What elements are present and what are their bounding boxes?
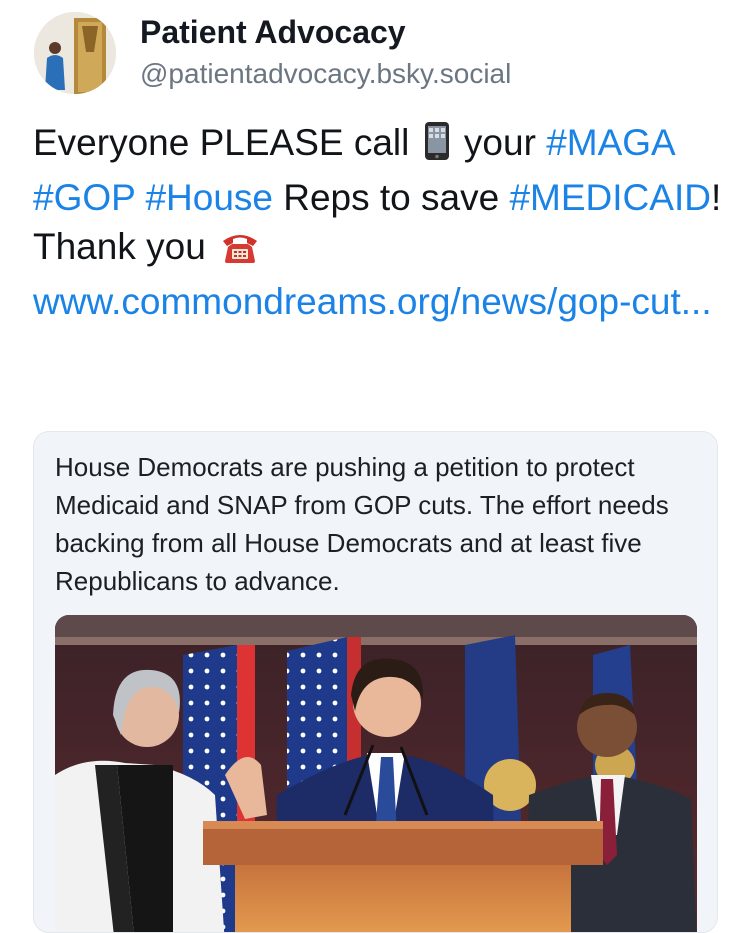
post-text-segment: Reps to save xyxy=(272,177,510,218)
link-preview-image[interactable] xyxy=(55,615,697,932)
link-preview-description: House Democrats are pushing a petition t… xyxy=(55,452,669,596)
author-handle[interactable]: @patientadvocacy.bsky.social xyxy=(140,58,511,90)
hashtag-gop-link[interactable]: #GOP xyxy=(33,177,135,218)
external-link[interactable]: www.commondreams.org/news/gop-cut... xyxy=(33,281,712,322)
hashtag-medicaid-link[interactable]: #MEDICAID xyxy=(509,177,710,218)
avatar-photo xyxy=(34,12,116,94)
mobile-phone-icon xyxy=(424,121,450,173)
post-text: Everyone PLEASE call your #MAGA #GOP #Ho… xyxy=(33,118,723,326)
link-preview-card[interactable]: House Democrats are pushing a petition t… xyxy=(33,431,718,933)
post-text-segment: your xyxy=(453,122,547,163)
hashtag-house-link[interactable]: #House xyxy=(145,177,273,218)
author-name[interactable]: Patient Advocacy xyxy=(140,14,406,51)
hashtag-maga-link[interactable]: #MAGA xyxy=(546,122,674,163)
post-text-segment: Everyone PLEASE call xyxy=(33,122,420,163)
press-conference-photo xyxy=(55,615,697,932)
avatar[interactable] xyxy=(34,12,116,94)
telephone-icon xyxy=(220,228,260,277)
